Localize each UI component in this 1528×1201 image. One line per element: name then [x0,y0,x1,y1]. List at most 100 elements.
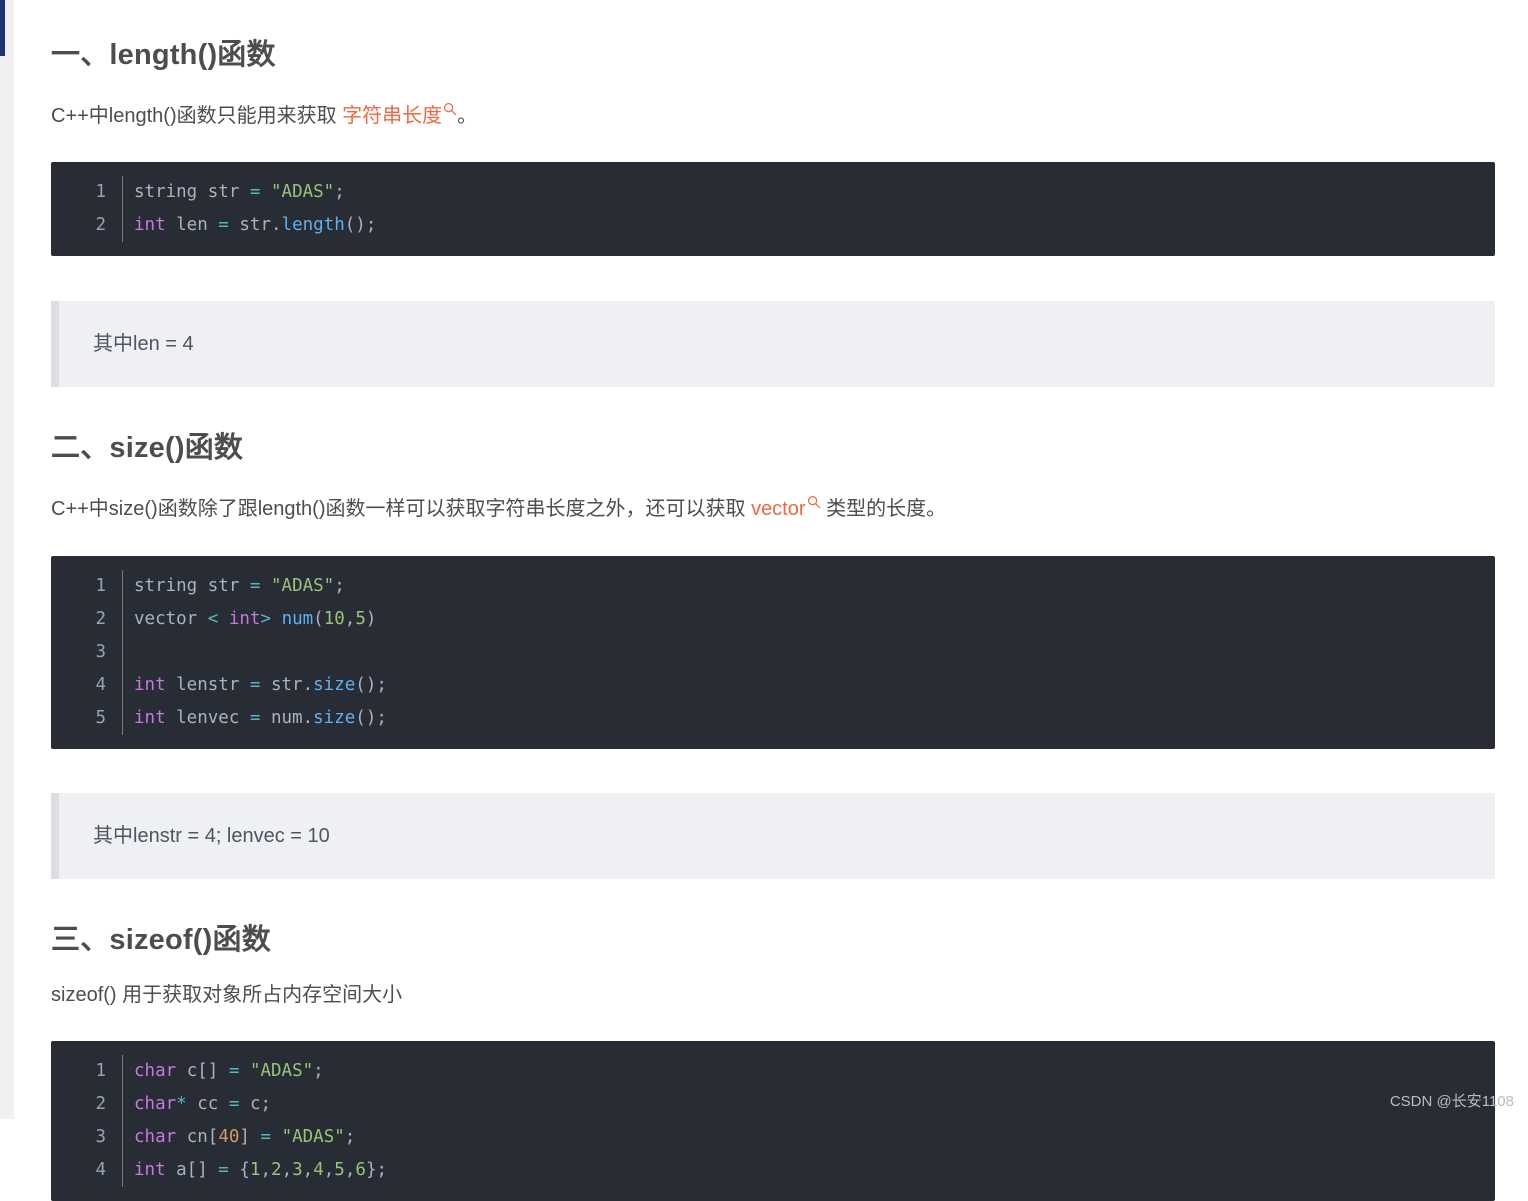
code-token: a[] [166,1160,219,1180]
code-token: = [218,1160,229,1180]
code-token: str. [260,675,313,695]
line-number: 1 [51,1055,119,1088]
code-token: string str [134,576,250,596]
code-line: 3char cn[40] = "ADAS"; [51,1121,1495,1154]
code-token: (); [355,708,387,728]
line-number: 1 [51,176,119,209]
code-token: lenstr [166,675,250,695]
code-token: int [134,1160,166,1180]
code-token: size [313,675,355,695]
code-token: , [324,1160,335,1180]
code-token: < [208,609,219,629]
code-line: 4int lenstr = str.size(); [51,669,1495,702]
code-token: (); [345,215,377,235]
section-paragraph-3: sizeof() 用于获取对象所占内存空间大小 [51,979,1495,1011]
code-line: 4int a[] = {1,2,3,4,5,6}; [51,1154,1495,1187]
code-token [239,1061,250,1081]
code-token: lenvec [166,708,250,728]
article-content: 一、length()函数 C++中length()函数只能用来获取 字符串长度。… [14,0,1528,1119]
code-token: { [229,1160,250,1180]
code-token: = [229,1094,240,1114]
paragraph-text-prefix: C++中size()函数除了跟length()函数一样可以获取字符串长度之外，还… [51,498,751,520]
vertical-scrollbar-thumb[interactable] [0,0,5,56]
keyword-link-string-length[interactable]: 字符串长度 [342,105,457,127]
code-lines-2: 1string str = "ADAS";2vector < int> num(… [51,570,1495,735]
gutter-separator [122,176,123,242]
code-token: * [176,1094,187,1114]
code-token: = [218,215,229,235]
code-token: 6 [355,1160,366,1180]
code-token: char [134,1127,176,1147]
paragraph-text-prefix: C++中length()函数只能用来获取 [51,105,342,127]
paragraph-text-prefix: sizeof() 用于获取对象所占内存空间大小 [51,984,402,1006]
section-length: 一、length()函数 C++中length()函数只能用来获取 字符串长度。… [51,0,1495,387]
code-block-3[interactable]: 1char c[] = "ADAS";2char* cc = c;3char c… [51,1041,1495,1201]
gutter-separator [122,570,123,735]
code-line-text: int lenstr = str.size(); [119,669,387,702]
code-line: 1string str = "ADAS"; [51,176,1495,209]
code-token: ; [345,1127,356,1147]
section-heading-3: 三、sizeof()函数 [51,921,1495,960]
code-token: cc [187,1094,229,1114]
code-token: num. [260,708,313,728]
code-lines-1: 1string str = "ADAS";2int len = str.leng… [51,176,1495,242]
search-icon [443,94,457,108]
code-token: ] [239,1127,260,1147]
code-token: 3 [292,1160,303,1180]
code-token: length [282,215,345,235]
code-line-text: char c[] = "ADAS"; [119,1055,324,1088]
code-line: 2char* cc = c; [51,1088,1495,1121]
code-token: 5 [334,1160,345,1180]
code-token: cn[ [176,1127,218,1147]
code-block-2[interactable]: 1string str = "ADAS";2vector < int> num(… [51,556,1495,749]
code-token: ( [313,609,324,629]
code-token: (); [355,675,387,695]
vertical-scrollbar-track[interactable] [0,0,14,1119]
line-number: 1 [51,570,119,603]
code-token: ) [366,609,377,629]
search-icon [807,487,821,501]
code-token: = [250,182,261,202]
code-token: int [229,609,261,629]
code-token: > [260,609,271,629]
code-token: = [250,675,261,695]
section-heading-1: 一、length()函数 [51,36,1495,75]
code-token: , [345,1160,356,1180]
section-heading-2: 二、size()函数 [51,429,1495,468]
paragraph-text-suffix: 。 [457,105,477,127]
code-line-text: string str = "ADAS"; [119,176,345,209]
line-number: 4 [51,669,119,702]
result-blockquote-2: 其中lenstr = 4; lenvec = 10 [51,793,1495,879]
keyword-link-label: 字符串长度 [342,105,442,127]
code-token: 40 [218,1127,239,1147]
line-number: 2 [51,209,119,242]
code-token: }; [366,1160,387,1180]
code-line-text: string str = "ADAS"; [119,570,345,603]
section-size: 二、size()函数 C++中size()函数除了跟length()函数一样可以… [51,387,1495,879]
line-number: 3 [51,636,119,669]
code-token: = [250,576,261,596]
code-token: "ADAS" [271,182,334,202]
blockquote-text: 其中lenstr = 4; lenvec = 10 [93,825,330,847]
keyword-link-label: vector [751,498,805,520]
code-line: 1string str = "ADAS"; [51,570,1495,603]
code-block-1[interactable]: 1string str = "ADAS";2int len = str.leng… [51,162,1495,256]
code-token: int [134,675,166,695]
code-token [260,182,271,202]
code-token: len [166,215,219,235]
code-token: string str [134,182,250,202]
gutter-separator [122,1055,123,1187]
keyword-link-vector[interactable]: vector [751,498,820,520]
code-token: ; [334,182,345,202]
code-token: "ADAS" [282,1127,345,1147]
code-line: 2vector < int> num(10,5) [51,603,1495,636]
code-token: char [134,1061,176,1081]
code-token: = [229,1061,240,1081]
code-token: , [282,1160,293,1180]
code-line: 5int lenvec = num.size(); [51,702,1495,735]
line-number: 4 [51,1154,119,1187]
code-token: , [303,1160,314,1180]
code-token: "ADAS" [271,576,334,596]
code-line-text: char* cc = c; [119,1088,271,1121]
paragraph-text-suffix: 类型的长度。 [821,498,947,520]
